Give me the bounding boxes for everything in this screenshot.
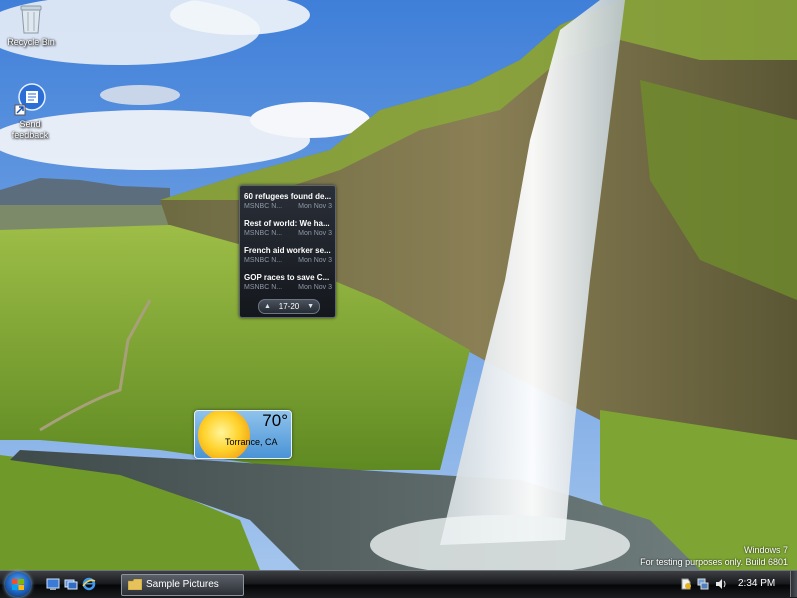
news-source: MSNBC N... (244, 203, 283, 210)
down-arrow-icon[interactable]: ▼ (307, 300, 314, 313)
windows-logo-icon (12, 579, 24, 590)
system-clock[interactable]: 2:34 PM (738, 578, 775, 589)
folder-icon (128, 579, 142, 590)
news-gadget[interactable]: 60 refugees found de... MSNBC N... Mon N… (239, 185, 336, 318)
notification-area (668, 571, 797, 598)
show-desktop-icon[interactable] (46, 577, 60, 591)
taskbar-button-sample-pictures[interactable]: Sample Pictures (121, 574, 244, 596)
recycle-bin-shortcut[interactable]: Recycle Bin (0, 3, 66, 48)
news-title[interactable]: 60 refugees found de... (244, 191, 332, 202)
weather-location: Torrance, CA (225, 437, 278, 447)
switch-windows-icon[interactable] (64, 577, 78, 591)
weather-temperature: 70° (262, 411, 288, 430)
news-item[interactable]: French aid worker se... MSNBC N... Mon N… (244, 245, 332, 269)
action-center-icon[interactable] (680, 578, 692, 590)
news-page-range: 17-20 (278, 302, 300, 311)
news-date: Mon Nov 3 (298, 230, 332, 237)
news-item[interactable]: 60 refugees found de... MSNBC N... Mon N… (244, 191, 332, 215)
send-feedback-icon (14, 83, 46, 116)
watermark-build: For testing purposes only. Build 6801 (640, 557, 788, 567)
news-date: Mon Nov 3 (298, 257, 332, 264)
news-title[interactable]: Rest of world: We ha... (244, 218, 332, 229)
taskbar-button-label: Sample Pictures (146, 579, 219, 590)
up-arrow-icon[interactable]: ▲ (264, 300, 271, 313)
recycle-bin-icon (20, 5, 42, 34)
network-icon[interactable] (697, 578, 709, 590)
news-date: Mon Nov 3 (298, 284, 332, 291)
build-watermark: Windows 7 For testing purposes only. Bui… (640, 544, 788, 568)
start-button[interactable] (5, 572, 31, 597)
news-item[interactable]: Rest of world: We ha... MSNBC N... Mon N… (244, 218, 332, 242)
send-feedback-label: Send feedback (11, 119, 49, 140)
news-item[interactable]: GOP races to save C... MSNBC N... Mon No… (244, 272, 332, 296)
send-feedback-shortcut[interactable]: Send feedback (0, 83, 65, 141)
internet-explorer-icon[interactable] (82, 577, 96, 591)
news-pager: ▲ 17-20 ▼ (258, 299, 320, 314)
show-desktop-button[interactable] (790, 571, 797, 597)
news-source: MSNBC N... (244, 230, 283, 237)
wallpaper (0, 0, 797, 597)
desktop[interactable]: Recycle Bin Send feedback 60 refugees fo… (0, 0, 797, 597)
taskbar: Sample Pictures 2:34 PM (0, 570, 797, 598)
weather-gadget[interactable]: 70° Torrance, CA (194, 410, 292, 459)
news-title[interactable]: GOP races to save C... (244, 272, 332, 283)
news-source: MSNBC N... (244, 284, 283, 291)
news-title[interactable]: French aid worker se... (244, 245, 332, 256)
news-source: MSNBC N... (244, 257, 283, 264)
sun-icon (198, 411, 250, 458)
volume-icon[interactable] (715, 578, 727, 590)
recycle-bin-label: Recycle Bin (7, 37, 55, 47)
watermark-product: Windows 7 (743, 545, 788, 555)
news-date: Mon Nov 3 (298, 203, 332, 210)
